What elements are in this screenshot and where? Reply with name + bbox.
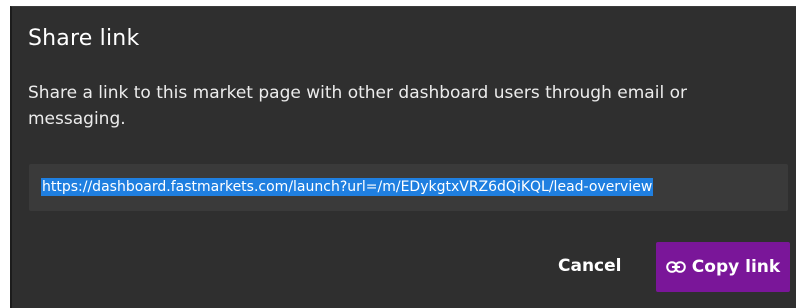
dialog-description: Share a link to this market page with ot… [28, 83, 687, 129]
share-link-dialog: Share link Share a link to this market p… [10, 6, 796, 308]
share-url-field[interactable]: https://dashboard.fastmarkets.com/launch… [29, 164, 788, 211]
cancel-button[interactable]: Cancel [558, 256, 621, 276]
share-url-text[interactable]: https://dashboard.fastmarkets.com/launch… [41, 178, 654, 196]
copy-link-label: Copy link [691, 257, 781, 277]
link-icon [665, 261, 686, 273]
copy-link-button[interactable]: Copy link [656, 242, 790, 292]
dialog-title: Share link [28, 26, 140, 51]
